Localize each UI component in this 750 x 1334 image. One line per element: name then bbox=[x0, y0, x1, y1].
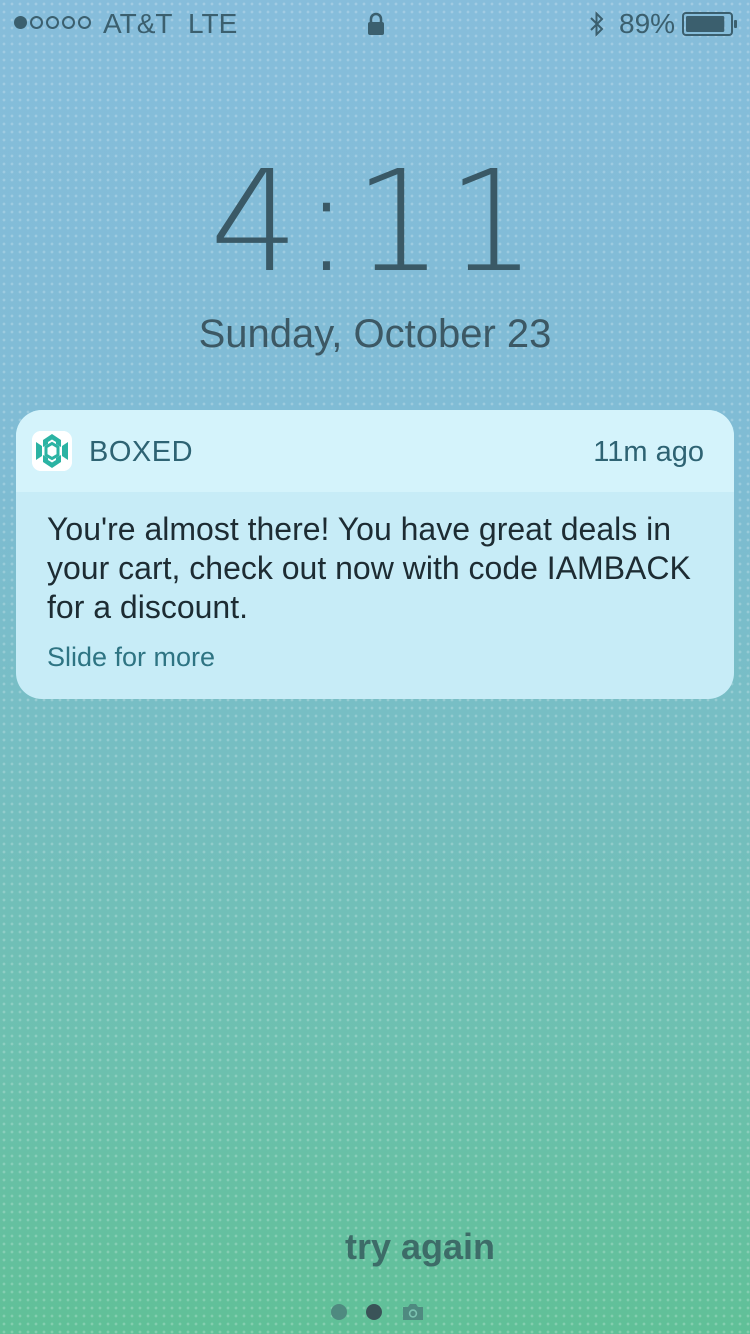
bluetooth-icon bbox=[590, 11, 604, 37]
signal-strength-icon bbox=[14, 16, 91, 29]
page-indicator[interactable] bbox=[331, 1303, 425, 1321]
touch-id-status-text: try again bbox=[344, 1226, 496, 1267]
notification-app-name: BOXED bbox=[89, 436, 194, 468]
page-dot[interactable] bbox=[331, 1304, 347, 1320]
battery-icon bbox=[682, 12, 737, 36]
page-dot-active[interactable] bbox=[366, 1304, 382, 1320]
status-bar: AT&T LTE 89% bbox=[0, 0, 750, 48]
boxed-app-icon bbox=[32, 431, 72, 471]
notification-header: BOXED 11m ago bbox=[16, 410, 734, 492]
notification-timestamp: 11m ago bbox=[593, 436, 704, 468]
notification-message: You're almost there! You have great deal… bbox=[47, 511, 691, 625]
slide-for-more-hint[interactable]: Slide for more bbox=[47, 642, 215, 673]
notification-card[interactable]: BOXED 11m ago You're almost there! You h… bbox=[16, 410, 734, 699]
network-type-label: LTE bbox=[188, 8, 238, 39]
lockscreen-clock: 4:11 bbox=[209, 141, 541, 304]
lockscreen-date: Sunday, October 23 bbox=[198, 312, 552, 356]
camera-icon[interactable] bbox=[401, 1303, 425, 1321]
carrier-label: AT&T bbox=[103, 8, 173, 39]
lock-icon bbox=[368, 12, 384, 35]
battery-percentage: 89% bbox=[619, 8, 676, 39]
